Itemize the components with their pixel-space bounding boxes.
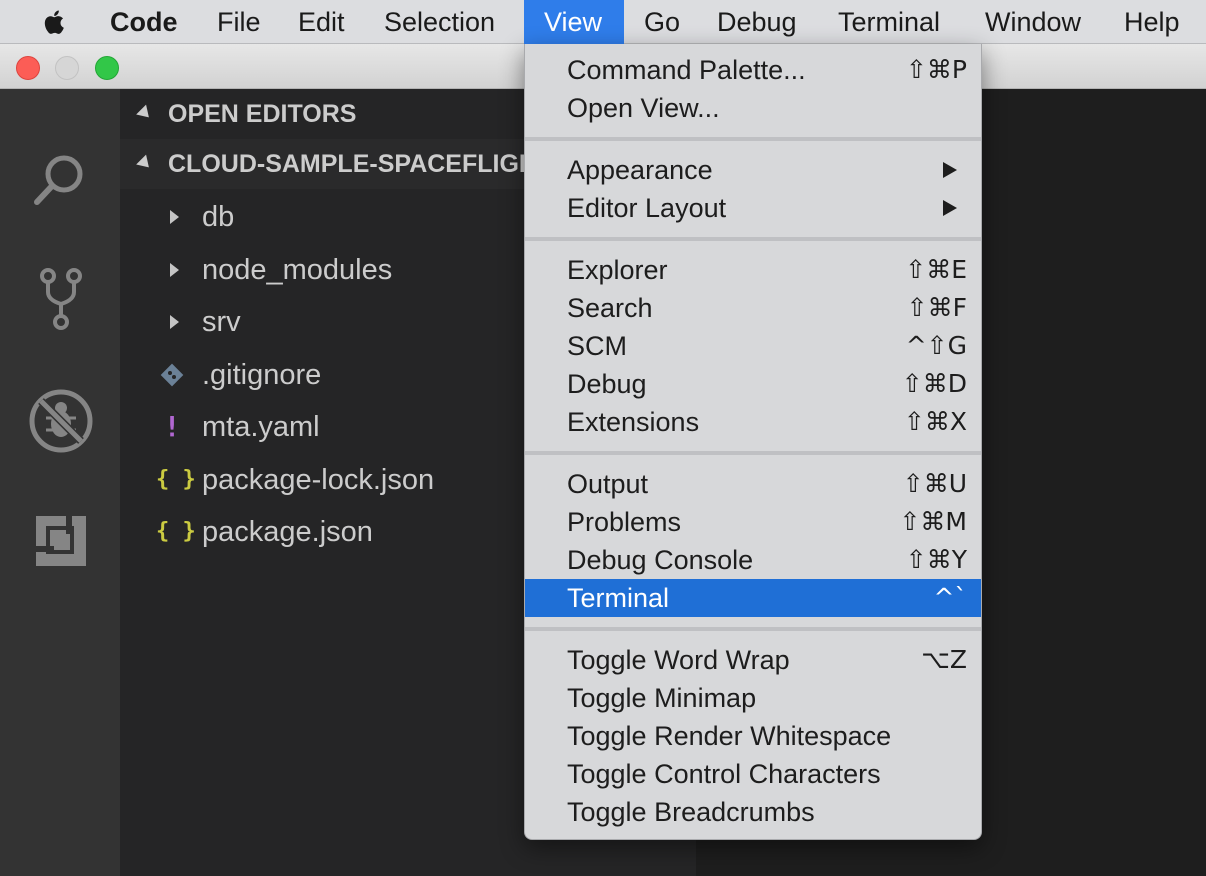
- menu-item-label: Terminal: [567, 583, 670, 613]
- menu-item-toggle-control-characters[interactable]: Toggle Control Characters: [525, 755, 981, 793]
- menu-item-label: Debug: [567, 369, 647, 399]
- menu-item-label: Open View...: [567, 93, 720, 123]
- menu-item-toggle-render-whitespace[interactable]: Toggle Render Whitespace: [525, 717, 981, 755]
- apple-logo-icon[interactable]: [40, 7, 70, 37]
- yaml-file-icon: !: [163, 410, 181, 443]
- menu-item-search[interactable]: Search ⇧⌘F: [525, 289, 981, 327]
- file-name-label: mta.yaml: [202, 411, 320, 443]
- menubar-item-debug[interactable]: Debug: [697, 0, 818, 44]
- menu-item-scm[interactable]: SCM ^⇧G: [525, 327, 981, 365]
- menu-item-label: Problems: [567, 507, 682, 537]
- menubar-item-edit[interactable]: Edit: [278, 0, 364, 44]
- menu-item-shortcut: ^`: [933, 583, 967, 612]
- menu-item-shortcut: ⇧⌘D: [901, 369, 967, 398]
- menu-item-shortcut: ^⇧G: [905, 331, 967, 360]
- menu-item-shortcut: ⇧⌘P: [905, 55, 967, 84]
- git-icon: [160, 363, 184, 386]
- menu-separator: [525, 237, 981, 241]
- menu-item-label: Toggle Control Characters: [567, 759, 881, 789]
- file-name-label: package.json: [202, 516, 373, 548]
- menu-item-toggle-minimap[interactable]: Toggle Minimap: [525, 679, 981, 717]
- chevron-right-icon: [170, 210, 179, 224]
- menu-item-editor-layout[interactable]: Editor Layout: [525, 189, 981, 227]
- debug-icon[interactable]: [28, 388, 94, 454]
- menubar-item-code[interactable]: Code: [90, 0, 197, 44]
- menu-item-label: Search: [567, 293, 653, 323]
- chevron-right-icon: [170, 262, 179, 277]
- menubar-item-view[interactable]: View: [524, 0, 624, 44]
- minimize-window-button[interactable]: [55, 56, 79, 80]
- file-name-label: package-lock.json: [202, 463, 435, 496]
- json-file-icon: { }: [156, 466, 196, 492]
- menu-item-shortcut: ⌥Z: [921, 645, 967, 674]
- menu-item-label: Appearance: [567, 155, 713, 185]
- source-control-icon[interactable]: [28, 266, 94, 332]
- collapse-triangle-icon: [136, 154, 154, 173]
- menu-item-label: Extensions: [567, 407, 700, 437]
- close-window-button[interactable]: [16, 56, 40, 80]
- mac-menu-bar: Code File Edit Selection View Go Debug Terminal…: [0, 0, 1206, 44]
- menu-item-output[interactable]: Output ⇧⌘U: [525, 465, 981, 503]
- menu-item-label: Explorer: [567, 255, 668, 285]
- menu-item-label: SCM: [567, 331, 627, 361]
- file-name-label: srv: [202, 306, 241, 338]
- menu-item-appearance[interactable]: Appearance: [525, 151, 981, 189]
- menu-item-label: Toggle Word Wrap: [567, 645, 790, 675]
- collapse-triangle-icon: [136, 104, 154, 123]
- menu-item-extensions[interactable]: Extensions ⇧⌘X: [525, 403, 981, 441]
- menu-separator: [525, 137, 981, 141]
- chevron-right-icon: [170, 315, 179, 329]
- menu-item-debug[interactable]: Debug ⇧⌘D: [525, 365, 981, 403]
- menu-item-open-view[interactable]: Open View...: [525, 89, 981, 127]
- file-name-label: .gitignore: [202, 358, 322, 391]
- menubar-item-selection[interactable]: Selection: [364, 0, 524, 44]
- menu-item-command-palette[interactable]: Command Palette... ⇧⌘P: [525, 51, 981, 89]
- menu-item-explorer[interactable]: Explorer ⇧⌘E: [525, 251, 981, 289]
- menu-separator: [525, 627, 981, 631]
- menu-item-label: Toggle Minimap: [567, 683, 757, 713]
- menu-item-debug-console[interactable]: Debug Console ⇧⌘Y: [525, 541, 981, 579]
- search-icon[interactable]: [28, 147, 94, 213]
- menu-item-label: Toggle Breadcrumbs: [567, 797, 815, 827]
- menu-item-shortcut: ⇧⌘E: [905, 255, 967, 284]
- file-name-label: node_modules: [202, 253, 393, 286]
- menubar-item-terminal[interactable]: Terminal: [818, 0, 965, 44]
- submenu-arrow-icon: [943, 200, 957, 216]
- menu-item-shortcut: ⇧⌘X: [903, 407, 967, 436]
- file-name-label: db: [202, 201, 235, 233]
- menu-item-shortcut: ⇧⌘Y: [905, 545, 967, 574]
- submenu-arrow-icon: [943, 162, 957, 178]
- menubar-item-go[interactable]: Go: [624, 0, 697, 44]
- menu-item-terminal[interactable]: Terminal ^`: [525, 579, 981, 617]
- json-file-icon: { }: [156, 519, 196, 544]
- menu-item-label: Debug Console: [567, 545, 754, 575]
- menu-item-shortcut: ⇧⌘M: [899, 507, 967, 536]
- menubar-item-file[interactable]: File: [197, 0, 278, 44]
- menubar-item-help[interactable]: Help: [1104, 0, 1206, 44]
- menu-item-shortcut: ⇧⌘U: [902, 469, 967, 498]
- menu-item-label: Command Palette...: [567, 55, 806, 85]
- zoom-window-button[interactable]: [95, 56, 119, 80]
- menu-item-toggle-word-wrap[interactable]: Toggle Word Wrap ⌥Z: [525, 641, 981, 679]
- menu-item-toggle-breadcrumbs[interactable]: Toggle Breadcrumbs: [525, 793, 981, 831]
- extensions-icon[interactable]: [28, 508, 94, 574]
- menu-item-problems[interactable]: Problems ⇧⌘M: [525, 503, 981, 541]
- menu-item-label: Output: [567, 469, 649, 499]
- view-menu-dropdown: Command Palette... ⇧⌘P Open View... Appeara…: [524, 44, 982, 840]
- menu-separator: [525, 451, 981, 455]
- activity-bar: [0, 89, 120, 876]
- menu-item-label: Toggle Render Whitespace: [567, 721, 892, 751]
- menubar-item-window[interactable]: Window: [965, 0, 1104, 44]
- menu-item-shortcut: ⇧⌘F: [906, 293, 967, 322]
- menu-item-label: Editor Layout: [567, 193, 727, 223]
